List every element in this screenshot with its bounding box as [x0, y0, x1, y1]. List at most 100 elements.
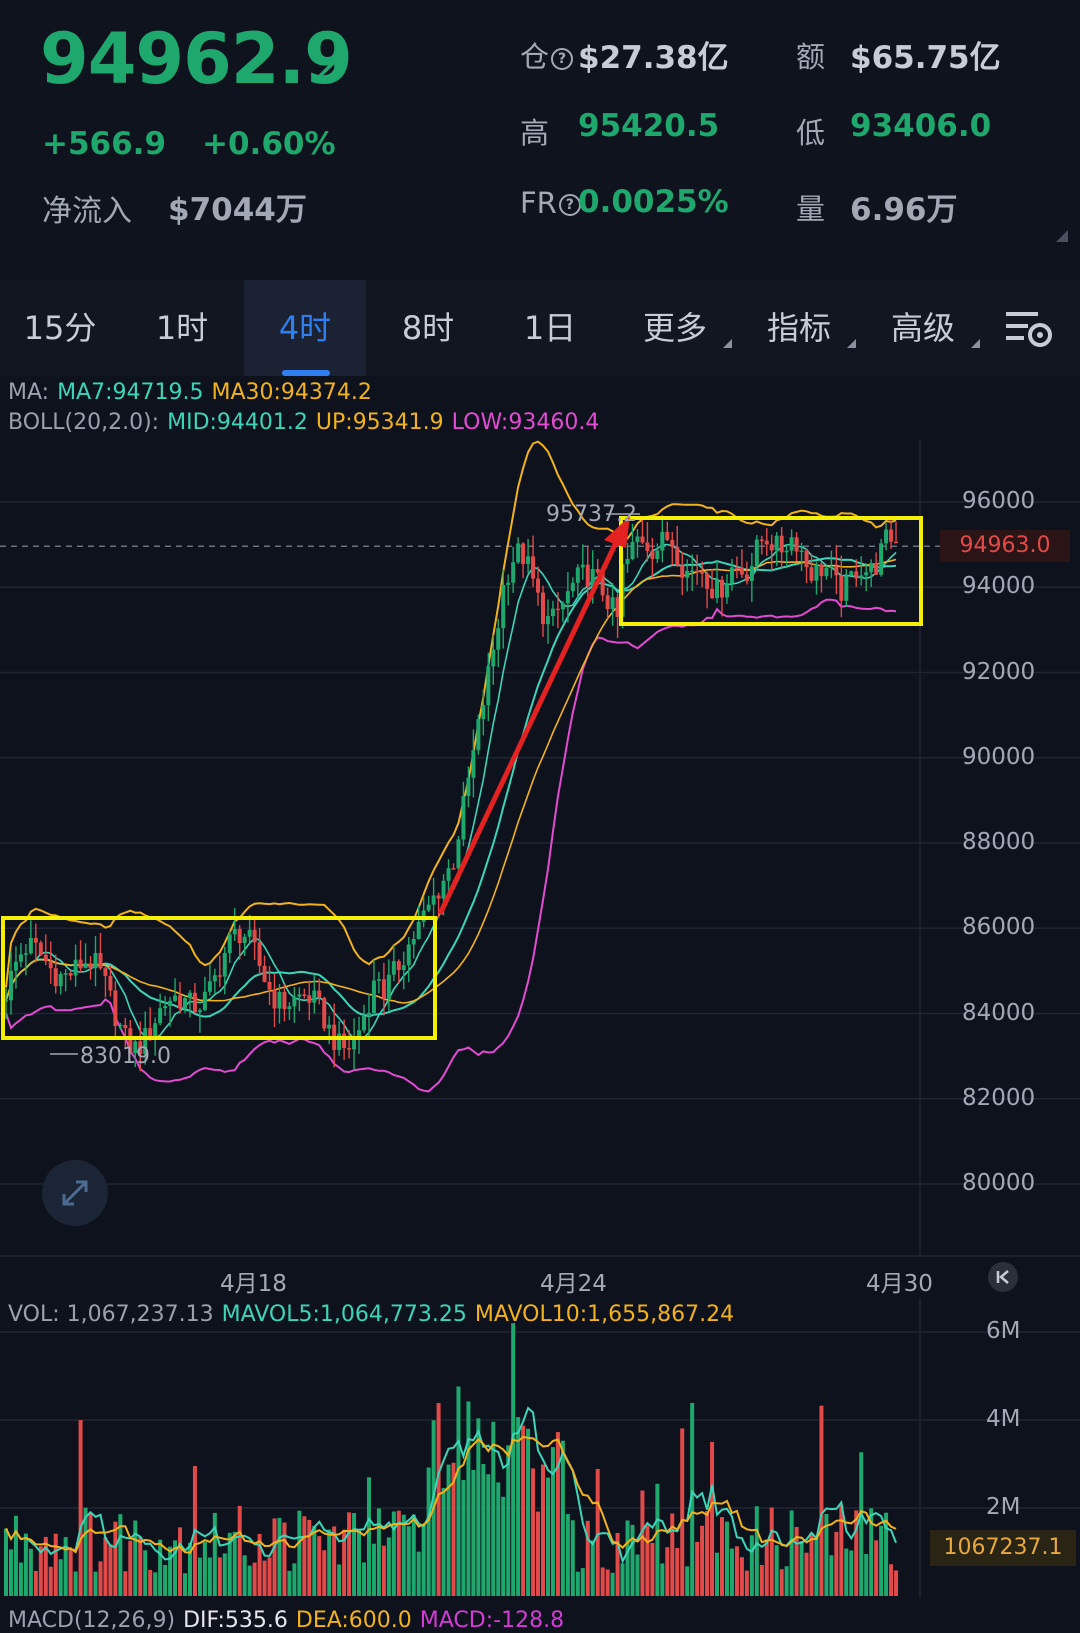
tab-8h[interactable]: 8时 — [368, 280, 488, 376]
candle-body — [476, 719, 481, 751]
volume-bar — [789, 1510, 794, 1596]
volume-bar — [461, 1480, 466, 1596]
volume-bar — [168, 1546, 173, 1596]
volume-bar — [784, 1566, 789, 1596]
volume-bar — [476, 1418, 481, 1596]
candle-body — [252, 929, 257, 943]
volume-bar — [327, 1529, 332, 1596]
volume-bar — [252, 1562, 257, 1596]
tab-1h[interactable]: 1时 — [122, 280, 242, 376]
ma30-line — [5, 558, 897, 1004]
candle-body — [749, 566, 754, 582]
volume-bar — [163, 1564, 168, 1596]
tab-indicators[interactable]: 指标 — [738, 280, 860, 376]
candle-body — [322, 997, 327, 1029]
volume-bar — [511, 1323, 516, 1596]
volume-bar — [386, 1537, 391, 1596]
volume-bar — [595, 1468, 600, 1596]
volume-bar — [541, 1464, 545, 1596]
candle-body — [630, 542, 635, 560]
volume-bar — [466, 1401, 471, 1596]
tab-more[interactable]: 更多 — [614, 280, 736, 376]
volume-bar — [317, 1536, 322, 1596]
volume-bar — [302, 1516, 307, 1596]
volume-bar — [277, 1517, 282, 1596]
volume-bar — [108, 1544, 113, 1596]
volume-bar — [705, 1510, 710, 1596]
volume-bar — [366, 1477, 371, 1596]
fullscreen-button[interactable] — [42, 1160, 108, 1226]
candle-body — [610, 597, 615, 610]
volume-bar — [357, 1528, 362, 1596]
turnover-label: 额 — [796, 40, 826, 74]
candle-body — [466, 777, 471, 797]
volume-bar — [183, 1573, 187, 1596]
y-tick-label: 88000 — [962, 829, 1036, 855]
candle-body — [670, 539, 675, 547]
candle-body — [839, 575, 844, 601]
candle-body — [396, 961, 401, 970]
candle-body — [824, 567, 829, 577]
volume-bar — [724, 1521, 729, 1596]
tab-4h[interactable]: 4时 — [244, 280, 366, 376]
candle-body — [227, 934, 232, 954]
candle-body — [665, 531, 670, 540]
volume-bars — [4, 1323, 899, 1596]
candle-body — [18, 954, 23, 962]
candle-body — [416, 921, 421, 940]
chart-settings-icon[interactable] — [1004, 308, 1054, 350]
volume-bar — [536, 1511, 541, 1596]
candle-body — [729, 567, 734, 584]
volume-bar — [153, 1572, 158, 1596]
candle-body — [521, 543, 526, 565]
candle-body — [342, 1033, 347, 1049]
volume-bar — [148, 1569, 153, 1596]
candle-body — [769, 544, 774, 551]
candle-body — [754, 539, 759, 567]
volume-bar — [620, 1563, 625, 1596]
candle-body — [859, 575, 864, 579]
candle-body — [705, 573, 710, 589]
price-chart[interactable] — [0, 440, 1080, 1260]
caret-icon — [847, 339, 856, 348]
volume-bar — [352, 1513, 357, 1596]
caret-icon — [971, 339, 980, 348]
candle-body — [163, 1005, 168, 1009]
netflow-label: 净流入 — [42, 194, 132, 229]
volume-bar — [68, 1549, 73, 1596]
tab-advanced[interactable]: 高级 — [862, 280, 984, 376]
candle-body — [247, 929, 252, 937]
expand-corner-icon[interactable] — [1056, 230, 1068, 242]
dea-value: DEA:600.0 — [295, 1608, 412, 1633]
candle-body — [645, 542, 650, 551]
volume-bar — [660, 1563, 665, 1596]
change-absolute: +566.9 — [42, 126, 167, 162]
candle-body — [73, 959, 78, 976]
volume-bar — [446, 1464, 451, 1596]
candle-body — [715, 579, 720, 599]
question-icon[interactable]: ? — [551, 48, 574, 70]
candle-body — [237, 928, 242, 944]
volume-bar — [202, 1541, 207, 1596]
ma30-value: MA30:94374.2 — [211, 380, 372, 405]
tab-1d[interactable]: 1日 — [490, 280, 610, 376]
candle-body — [33, 937, 38, 943]
jump-to-latest-button[interactable] — [988, 1262, 1018, 1292]
volume-bar — [665, 1547, 670, 1596]
volume-bar — [33, 1570, 38, 1596]
volume-bar — [859, 1452, 864, 1596]
volume-bar — [362, 1562, 366, 1596]
volume-chart[interactable] — [0, 1298, 1080, 1598]
volume-bar — [555, 1432, 560, 1596]
candle-body — [506, 582, 511, 585]
volume-bar — [894, 1570, 899, 1596]
candle-body — [471, 750, 476, 778]
candle-body — [381, 979, 386, 999]
candle-body — [690, 570, 695, 573]
volume-bar — [207, 1557, 212, 1596]
tab-15m[interactable]: 15分 — [0, 280, 120, 376]
candle-body — [312, 990, 317, 1003]
candle-body — [436, 895, 441, 899]
candle-body — [183, 998, 187, 1009]
candle-body — [212, 975, 217, 982]
